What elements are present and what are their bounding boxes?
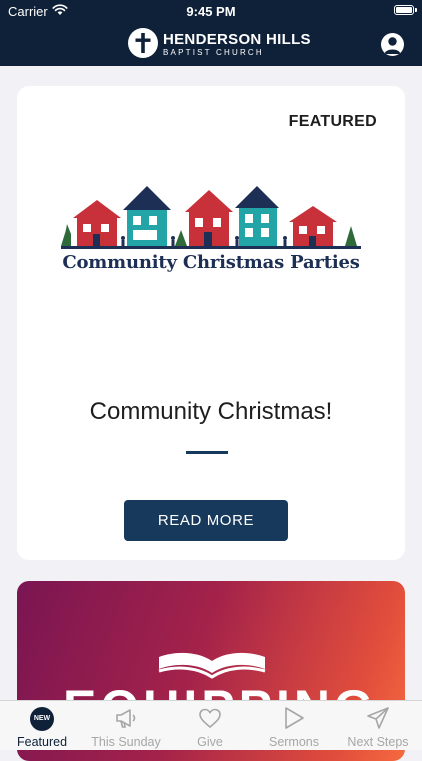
status-bar: Carrier 9:45 PM	[0, 0, 422, 22]
new-badge-icon: NEW	[30, 707, 54, 731]
houses-illustration	[61, 186, 361, 249]
title-divider	[186, 451, 228, 454]
cross-logo-icon	[128, 28, 158, 58]
tab-next-steps[interactable]: Next Steps	[336, 701, 420, 751]
card-title: Community Christmas!	[89, 398, 333, 425]
battery-icon	[394, 5, 414, 15]
image-caption: Community Christmas Parties	[62, 252, 360, 273]
tab-give[interactable]: Give	[168, 701, 252, 751]
tab-label: This Sunday	[91, 735, 161, 749]
tab-label: Featured	[16, 735, 68, 749]
church-subtitle: BAPTIST CHURCH	[163, 48, 264, 57]
tab-sermons[interactable]: Sermons	[252, 701, 336, 751]
status-time: 9:45 PM	[186, 4, 236, 19]
church-name: HENDERSON HILLS	[163, 31, 311, 48]
paper-plane-icon	[367, 707, 389, 729]
person-icon	[384, 37, 401, 54]
tab-label: Next Steps	[347, 735, 409, 749]
megaphone-icon	[116, 709, 136, 728]
read-more-button[interactable]: READ MORE	[124, 500, 288, 541]
featured-card[interactable]: FEATURED Community Christmas Parties Com…	[17, 86, 405, 560]
tab-bar: NEW Featured This Sunday Give Sermons Ne…	[0, 700, 422, 750]
christmas-parties-image: Community Christmas Parties	[61, 182, 361, 282]
tab-this-sunday[interactable]: This Sunday	[84, 701, 168, 751]
featured-label: FEATURED	[288, 113, 377, 130]
app-header: HENDERSON HILLS BAPTIST CHURCH	[0, 22, 422, 66]
church-logo[interactable]: HENDERSON HILLS BAPTIST CHURCH	[128, 27, 311, 61]
tab-featured[interactable]: NEW Featured	[0, 701, 84, 751]
profile-button[interactable]	[381, 33, 404, 56]
tab-label: Give	[197, 735, 223, 749]
heart-icon	[199, 708, 221, 729]
open-book-icon	[158, 652, 266, 679]
tab-label: Sermons	[268, 735, 320, 749]
play-icon	[285, 707, 304, 729]
